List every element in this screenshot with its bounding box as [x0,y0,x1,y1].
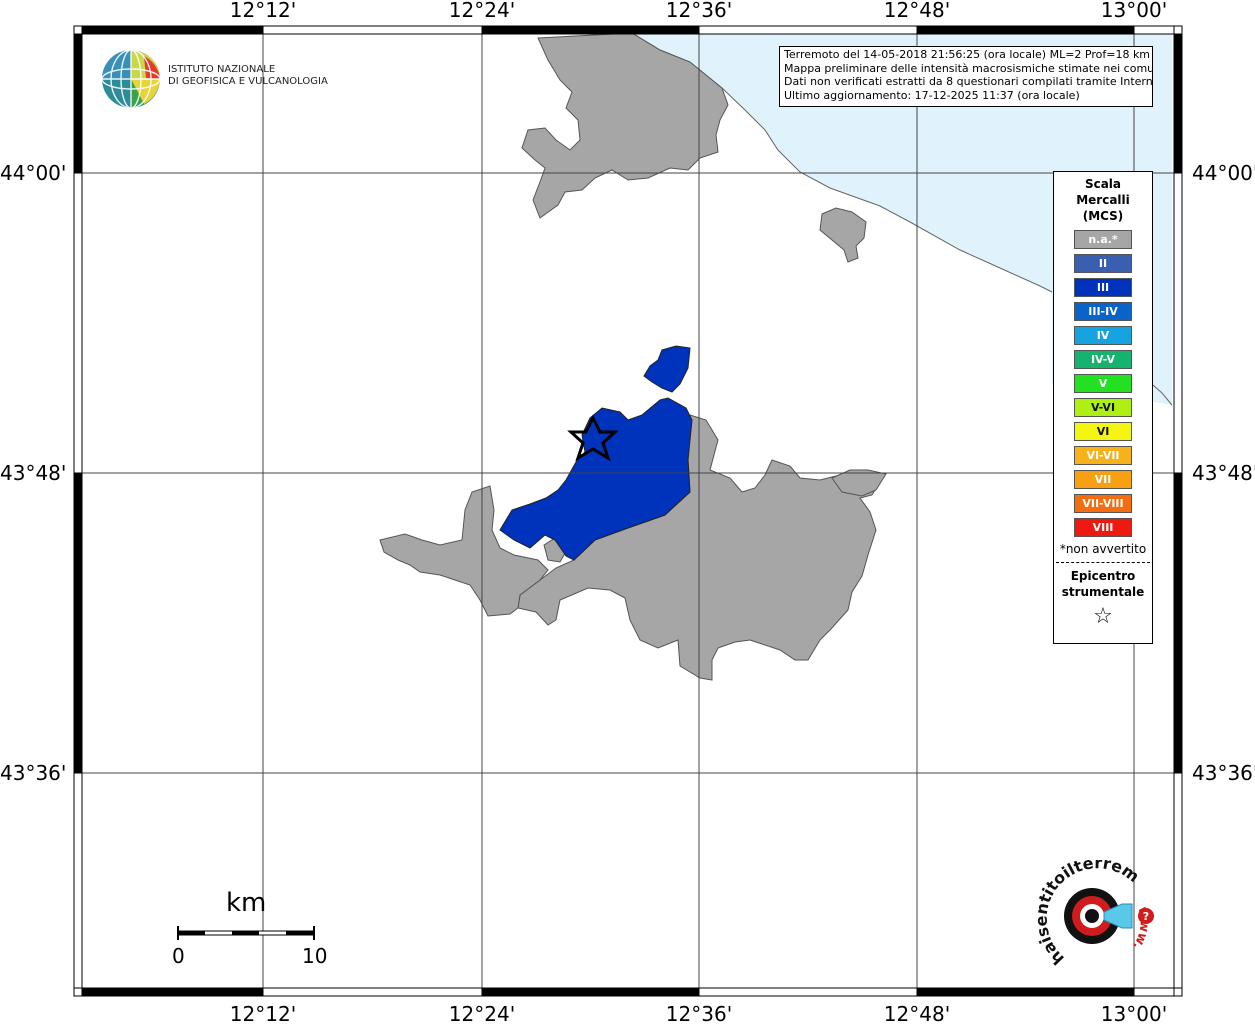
frame-corner-tl [73,25,83,35]
lat-label-left-3: 43°36' [0,761,67,785]
lon-label-top-1: 12°12' [229,0,297,22]
frame-bar-bottom-6 [1133,987,1175,997]
legend-divider [1056,562,1150,563]
frame-corner-bl [73,987,83,997]
scale-bar-graphic [177,926,315,940]
frame-bar-bottom-4 [698,987,918,997]
lon-label-top-4: 12°48' [883,0,951,22]
frame-bar-left-1 [73,33,83,174]
lon-label-top-3: 12°36' [665,0,733,22]
frame-bar-top-4 [698,25,918,35]
legend-title-line3: (MCS) [1082,209,1124,223]
legend-level-vi-vii: VI-VII [1074,446,1132,465]
lon-label-top-5: 13°00' [1100,0,1168,22]
frame-bar-top-1 [81,25,264,35]
lon-label-bottom-3: 12°36' [665,1002,733,1026]
lon-label-bottom-1: 12°12' [229,1002,297,1026]
lon-label-top-2: 12°24' [448,0,516,22]
hst-logo-graphic: haisentitoilterremoto.it www. ? [1025,845,1154,969]
lat-label-left-1: 44°00' [0,161,67,185]
frame-bar-top-5 [916,25,1135,35]
legend-level-iii-iv: III-IV [1074,302,1132,321]
legend-title-line2: Mercalli [1076,193,1130,207]
legend-level-v: V [1074,374,1132,393]
lon-label-bottom-4: 12°48' [883,1002,951,1026]
lat-label-right-2: 43°48' [1192,461,1255,485]
legend-level-vi: VI [1074,422,1132,441]
ingv-logo: ISTITUTO NAZIONALE DI GEOFISICA E VULCAN… [100,48,330,110]
frame-corner-tr [1173,25,1183,35]
lon-label-bottom-5: 13°00' [1100,1002,1168,1026]
scale-bar-end: 10 [302,944,328,968]
ingv-logo-text: ISTITUTO NAZIONALE DI GEOFISICA E VULCAN… [168,64,328,88]
event-info-line1: Terremoto del 14-05-2018 21:56:25 (ora l… [784,48,1151,61]
event-info-line2: Mappa preliminare delle intensità macros… [784,61,1153,75]
frame-bar-right-1 [1173,33,1183,174]
hst-logo: haisentitoilterremoto.it www. ? [1025,845,1170,980]
scale-bar: km 0 10 [168,888,338,968]
legend-level-ii: II [1074,254,1132,273]
lat-label-right-3: 43°36' [1192,761,1255,785]
legend-level-iii: III [1074,278,1132,297]
legend-levels: n.a.* II III III-IV IV IV-V V V-VI VI VI-VII VII VI… [1054,230,1152,537]
lon-label-bottom-2: 12°24' [448,1002,516,1026]
frame-bar-bottom-2 [262,987,483,997]
frame-bar-left-4 [73,772,83,989]
legend-level-v-vi: V-VI [1074,398,1132,417]
frame-bar-right-2 [1173,172,1183,474]
legend-title-line1: Scala [1084,177,1122,191]
event-info-box: Terremoto del 14-05-2018 21:56:25 (ora l… [779,46,1153,107]
legend-na-note: *non avvertito [1059,542,1147,556]
lat-label-left-2: 43°48' [0,461,67,485]
legend-level-vii: VII [1074,470,1132,489]
ingv-logo-line2: DI GEOFISICA E VULCANOLOGIA [168,76,328,87]
legend-level-iv-v: IV-V [1074,350,1132,369]
frame-bar-top-3 [481,25,700,35]
frame-corner-br [1173,987,1183,997]
frame-bar-top-6 [1133,25,1175,35]
frame-bar-left-3 [73,472,83,774]
legend-level-iv: IV [1074,326,1132,345]
legend-epicenter-title: Epicentro strumentale [1054,568,1152,600]
legend-level-viii: VIII [1074,518,1132,537]
frame-bar-right-3 [1173,472,1183,774]
legend-level-vii-viii: VII-VIII [1074,494,1132,513]
frame-bar-bottom-5 [916,987,1135,997]
globe-icon [101,49,161,109]
scale-bar-unit: km [226,888,267,918]
frame-bar-bottom-3 [481,987,700,997]
scale-bar-start: 0 [172,944,185,968]
intensity-legend: Scala Mercalli (MCS) n.a.* II III III-IV IV I… [1053,171,1153,644]
event-info-line3: Dati non verificati estratti da 8 questi… [784,75,1153,88]
legend-level-n-a: n.a.* [1074,230,1132,249]
frame-bar-right-4 [1173,772,1183,989]
ingv-logo-line1: ISTITUTO NAZIONALE [168,64,276,75]
hst-question-icon: ? [1143,910,1149,923]
legend-star-icon: ☆ [1093,604,1113,629]
event-info-line4: Ultimo aggiornamento: 17-12-2025 11:37 (… [784,88,1080,102]
legend-epicenter-line1: Epicentro [1070,569,1136,583]
frame-bar-left-2 [73,172,83,474]
legend-title: Scala Mercalli (MCS) [1054,176,1152,224]
lat-label-right-1: 44°00' [1192,161,1255,185]
frame-bar-bottom-1 [81,987,264,997]
legend-epicenter-line2: strumentale [1061,585,1145,599]
frame-bar-top-2 [262,25,483,35]
